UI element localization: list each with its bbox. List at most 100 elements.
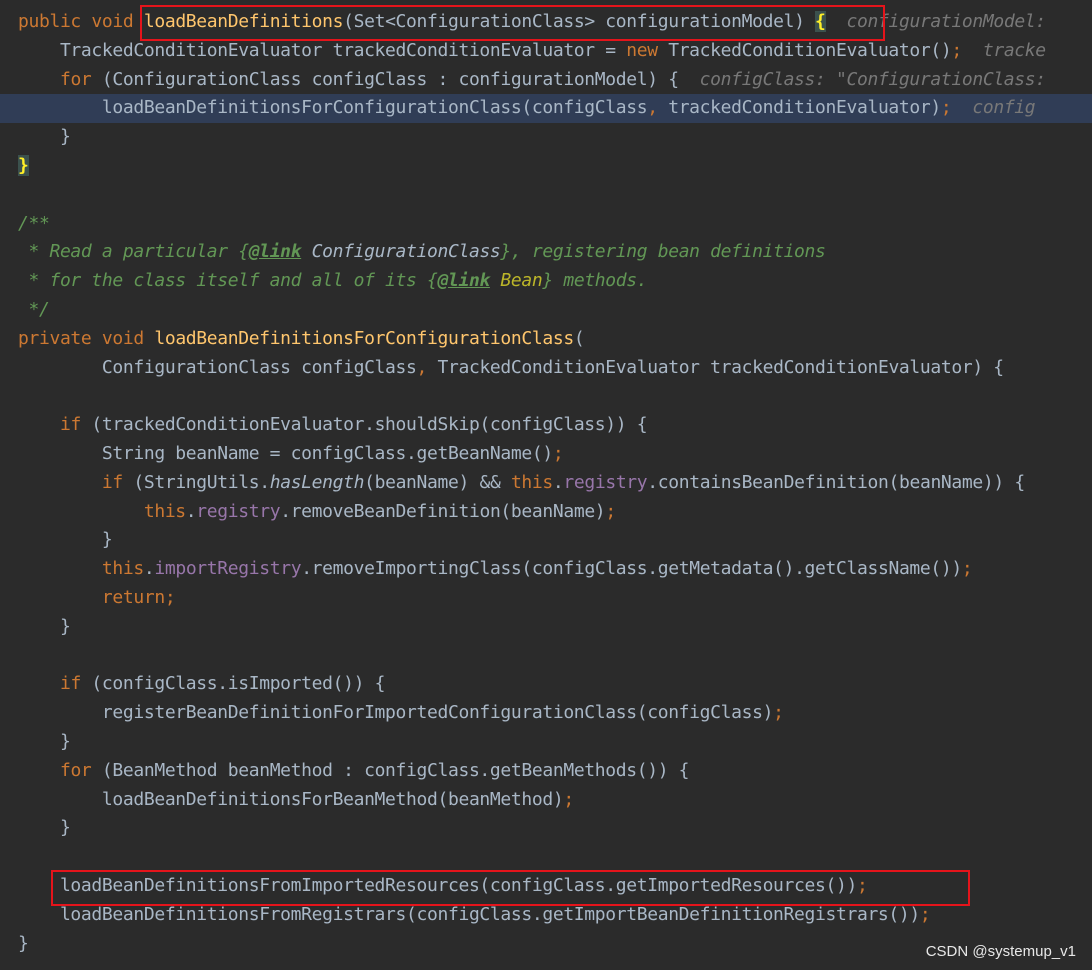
code-token: (configClass.isImported()) { bbox=[91, 673, 386, 695]
code-line-text: for (ConfigurationClass configClass : co… bbox=[18, 66, 1046, 95]
code-token: . bbox=[552, 471, 564, 493]
code-line[interactable]: } bbox=[0, 152, 1092, 181]
code-token: new bbox=[626, 39, 669, 61]
code-token: for bbox=[59, 68, 102, 90]
code-line[interactable]: loadBeanDefinitionsForBeanMethod(beanMet… bbox=[0, 786, 1092, 815]
code-line-text: } bbox=[18, 123, 71, 152]
code-token: .removeBeanDefinition(beanName) bbox=[280, 500, 606, 522]
code-line[interactable] bbox=[0, 642, 1092, 671]
code-line-text: TrackedConditionEvaluator trackedConditi… bbox=[18, 37, 1046, 66]
code-line-text: loadBeanDefinitionsForBeanMethod(beanMet… bbox=[18, 786, 574, 815]
code-token: importRegistry bbox=[154, 558, 302, 580]
code-token: ( bbox=[573, 327, 585, 349]
code-line-text: loadBeanDefinitionsForConfigurationClass… bbox=[18, 94, 1036, 123]
code-token: TrackedConditionEvaluator() bbox=[668, 39, 952, 61]
code-token: ; bbox=[605, 500, 616, 522]
code-line[interactable]: * Read a particular {@link Configuration… bbox=[0, 238, 1092, 267]
code-line[interactable]: for (ConfigurationClass configClass : co… bbox=[0, 66, 1092, 95]
code-line[interactable]: String beanName = configClass.getBeanNam… bbox=[0, 440, 1092, 469]
code-line-text: if (configClass.isImported()) { bbox=[18, 670, 385, 699]
code-token: return; bbox=[101, 587, 176, 608]
code-line[interactable] bbox=[0, 843, 1092, 872]
code-line[interactable]: if (StringUtils.hasLength(beanName) && t… bbox=[0, 469, 1092, 498]
code-line[interactable]: loadBeanDefinitionsForConfigurationClass… bbox=[0, 94, 1092, 124]
code-token: registerBeanDefinitionForImportedConfigu… bbox=[18, 702, 774, 724]
code-editor[interactable]: public void loadBeanDefinitions(Set<Conf… bbox=[0, 0, 1092, 970]
code-token: , bbox=[647, 97, 669, 119]
code-token: ; bbox=[552, 443, 564, 464]
code-token: loadBeanDefinitionsForConfigurationClass bbox=[154, 327, 574, 349]
code-line[interactable]: } bbox=[0, 814, 1092, 843]
code-line-text: this.importRegistry.removeImportingClass… bbox=[18, 555, 973, 584]
code-line[interactable] bbox=[0, 181, 1092, 210]
code-token: registry bbox=[196, 500, 281, 522]
code-line[interactable]: } bbox=[0, 728, 1092, 757]
code-token: * for the class itself and all of its { bbox=[18, 270, 438, 292]
code-line[interactable]: } bbox=[0, 123, 1092, 152]
code-line[interactable] bbox=[0, 382, 1092, 411]
code-token: } bbox=[18, 817, 71, 839]
code-token: this bbox=[510, 471, 553, 493]
highlight-box-load-bean-definitions bbox=[140, 5, 885, 41]
code-token: (beanName) && bbox=[364, 471, 511, 493]
code-line[interactable]: /** bbox=[0, 210, 1092, 239]
code-token: (ConfigurationClass configClass : config… bbox=[101, 68, 700, 90]
code-token: Bean bbox=[500, 270, 543, 292]
code-line[interactable]: */ bbox=[0, 296, 1092, 325]
code-line-text: private void loadBeanDefinitionsForConfi… bbox=[18, 325, 585, 354]
code-token: .containsBeanDefinition(beanName)) { bbox=[647, 471, 1025, 493]
code-line[interactable]: if (trackedConditionEvaluator.shouldSkip… bbox=[0, 411, 1092, 440]
code-token: } bbox=[18, 615, 71, 637]
code-line-text: if (StringUtils.hasLength(beanName) && t… bbox=[18, 469, 1025, 498]
code-token: ConfigurationClass bbox=[311, 241, 501, 263]
code-token: private bbox=[18, 327, 102, 349]
code-line-text: for (BeanMethod beanMethod : configClass… bbox=[18, 757, 690, 786]
code-line[interactable]: } bbox=[0, 526, 1092, 555]
code-token: */ bbox=[18, 299, 50, 320]
code-token: TrackedConditionEvaluator trackedConditi… bbox=[437, 356, 1005, 378]
code-line[interactable]: } bbox=[0, 613, 1092, 642]
code-token: loadBeanDefinitionsForBeanMethod(beanMet… bbox=[18, 788, 564, 810]
code-token: . bbox=[185, 500, 197, 522]
code-line-text: if (trackedConditionEvaluator.shouldSkip… bbox=[18, 411, 648, 440]
code-line[interactable]: this.importRegistry.removeImportingClass… bbox=[0, 555, 1092, 584]
code-line[interactable]: ConfigurationClass configClass, TrackedC… bbox=[0, 354, 1092, 383]
code-line[interactable]: TrackedConditionEvaluator trackedConditi… bbox=[0, 37, 1092, 66]
code-token: * Read a particular { bbox=[18, 241, 249, 263]
code-token: (StringUtils. bbox=[133, 471, 270, 493]
code-token: for bbox=[59, 759, 102, 781]
code-token: @link bbox=[437, 270, 490, 292]
code-line-text: } bbox=[18, 930, 29, 959]
code-token: ; bbox=[940, 97, 952, 119]
code-token: /** bbox=[18, 212, 50, 234]
code-token: ; bbox=[951, 39, 962, 61]
code-line-text: } bbox=[18, 152, 29, 181]
code-line-text: /** bbox=[18, 210, 50, 239]
code-token: registry bbox=[563, 471, 648, 493]
code-token: (trackedConditionEvaluator.shouldSkip(co… bbox=[91, 414, 648, 436]
code-token: } methods. bbox=[542, 270, 648, 292]
code-token: void bbox=[101, 327, 155, 349]
code-line[interactable]: if (configClass.isImported()) { bbox=[0, 670, 1092, 699]
code-line[interactable]: this.registry.removeBeanDefinition(beanN… bbox=[0, 498, 1092, 527]
code-line[interactable]: return; bbox=[0, 584, 1092, 613]
code-token: ; bbox=[961, 558, 973, 580]
code-line-text: String beanName = configClass.getBeanNam… bbox=[18, 440, 564, 469]
code-line[interactable]: registerBeanDefinitionForImportedConfigu… bbox=[0, 699, 1092, 728]
code-line[interactable]: private void loadBeanDefinitionsForConfi… bbox=[0, 325, 1092, 354]
code-line-text: * Read a particular {@link Configuration… bbox=[18, 238, 826, 267]
code-token: if bbox=[101, 471, 134, 493]
code-line[interactable]: * for the class itself and all of its {@… bbox=[0, 267, 1092, 296]
code-line-text: return; bbox=[18, 584, 176, 613]
code-token: }, registering bean definitions bbox=[500, 241, 826, 263]
code-token: this bbox=[143, 500, 186, 522]
code-line[interactable]: for (BeanMethod beanMethod : configClass… bbox=[0, 757, 1092, 786]
code-token: ; bbox=[773, 702, 784, 724]
code-token: } bbox=[18, 126, 71, 148]
